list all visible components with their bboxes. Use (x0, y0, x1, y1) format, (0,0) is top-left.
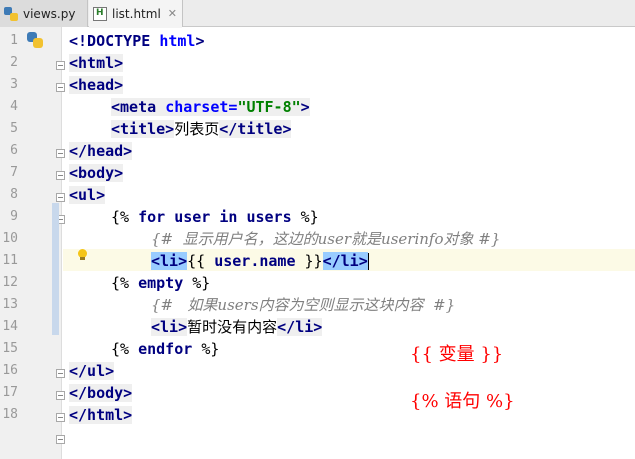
python-badge-icon (26, 31, 44, 49)
code-line-13: {# 如果users内容为空则显示这块内容 #} (151, 296, 456, 314)
code-editor[interactable]: <!DOCTYPE html> <html> <head> <meta char… (63, 27, 635, 459)
line-number: 8 (10, 187, 18, 202)
code-line-12: {% empty %} (111, 274, 211, 292)
code-line-17: </body> (69, 384, 133, 402)
line-number: 16 (2, 363, 18, 378)
line-number: 5 (10, 121, 18, 136)
line-number: 15 (2, 341, 18, 356)
line-number: 6 (10, 143, 18, 158)
editor-tab-bar: views.py list.html ✕ (0, 0, 635, 28)
python-file-icon (4, 6, 18, 21)
code-line-10: {# 显示用户名，这边的user就是userinfo对象 #} (151, 230, 501, 248)
tab-views-py[interactable]: views.py (0, 0, 88, 27)
code-line-16: </ul> (69, 362, 115, 380)
code-line-8: <ul> (69, 186, 106, 204)
code-line-4: <meta charset="UTF-8"> (111, 98, 310, 116)
code-line-18: </html> (69, 406, 133, 424)
tab-list-html[interactable]: list.html ✕ (89, 0, 183, 28)
annotation-statement: {% 语句 %} (410, 391, 515, 412)
code-line-15: {% endfor %} (111, 340, 220, 358)
code-line-1: <!DOCTYPE html> (69, 32, 205, 50)
tab-label: list.html (112, 6, 161, 21)
code-line-14: <li>暂时没有内容</li> (151, 318, 323, 336)
scope-indicator (52, 203, 59, 335)
line-number: 4 (10, 99, 18, 114)
code-line-6: </head> (69, 142, 133, 160)
text-cursor (367, 253, 369, 270)
line-number: 2 (10, 55, 18, 70)
code-line-9: {% for user in users %} (111, 208, 319, 226)
code-line-3: <head> (69, 76, 124, 94)
line-number: 9 (10, 209, 18, 224)
code-line-7: <body> (69, 164, 124, 182)
code-line-11: <li>{{ user.name }}</li> (151, 252, 369, 270)
line-number: 3 (10, 77, 18, 92)
line-number: 10 (2, 231, 18, 246)
lightbulb-icon[interactable] (77, 249, 87, 261)
close-icon[interactable]: ✕ (168, 7, 177, 20)
html-file-icon (93, 6, 107, 21)
code-line-2: <html> (69, 54, 124, 72)
line-number: 14 (2, 319, 18, 334)
line-number: 13 (2, 297, 18, 312)
line-number: 17 (2, 385, 18, 400)
line-number: 7 (10, 165, 18, 180)
line-number: 11 (2, 253, 18, 268)
line-number: 1 (10, 33, 18, 48)
code-line-5: <title>列表页</title> (111, 120, 292, 138)
annotation-variable: {{ 变量 }} (410, 344, 504, 365)
line-number: 18 (2, 407, 18, 422)
tab-label: views.py (23, 6, 76, 21)
line-number: 12 (2, 275, 18, 290)
